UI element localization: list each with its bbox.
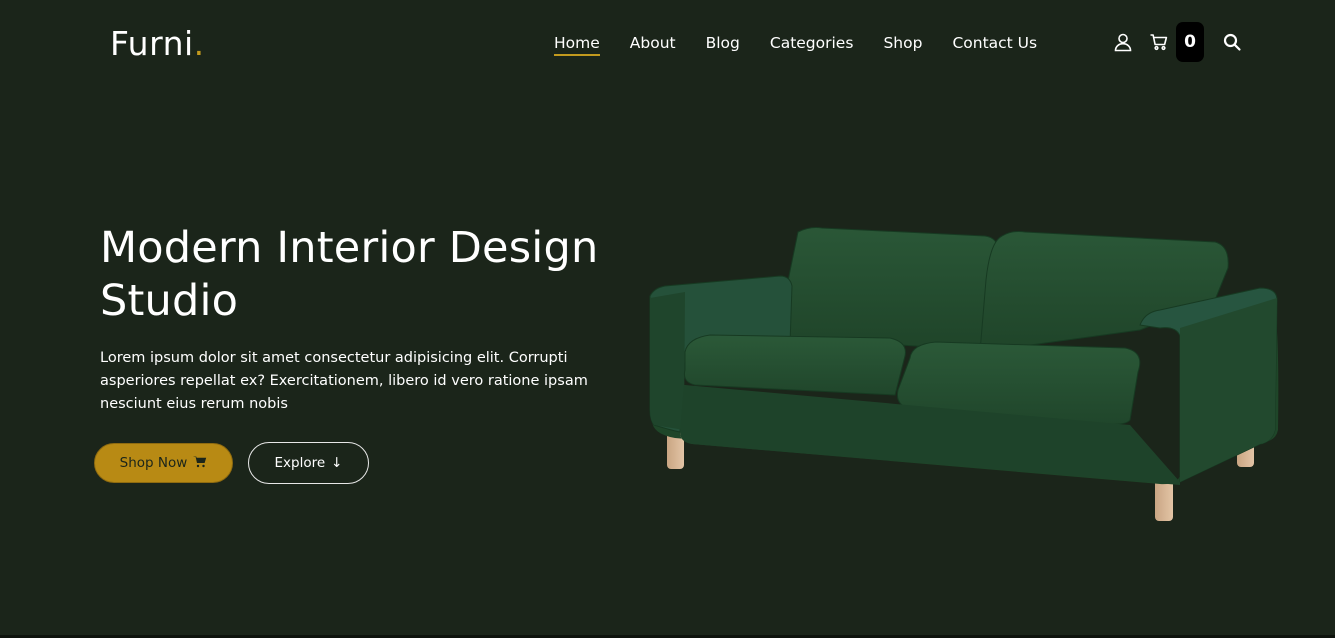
arrow-down-icon: ↓ [331, 455, 343, 471]
logo[interactable]: Furni. [110, 24, 205, 63]
main-nav: Home About Blog Categories Shop Contact … [554, 34, 1037, 56]
nav-home[interactable]: Home [554, 34, 600, 56]
shop-now-label: Shop Now [119, 455, 188, 471]
explore-label: Explore [274, 455, 326, 471]
cart-icon [193, 455, 207, 472]
hero-title: Modern Interior Design Studio [100, 223, 599, 326]
cart-icon[interactable] [1148, 31, 1170, 53]
nav-about[interactable]: About [630, 34, 676, 52]
explore-button[interactable]: Explore ↓ [248, 442, 369, 484]
header-icons: 0 [1112, 22, 1243, 62]
search-icon[interactable] [1221, 31, 1243, 53]
user-icon[interactable] [1112, 31, 1134, 53]
hero-description: Lorem ipsum dolor sit amet consectetur a… [100, 350, 588, 412]
logo-text: Furni [110, 24, 194, 63]
cart-count-badge[interactable]: 0 [1176, 22, 1204, 62]
shop-now-button[interactable]: Shop Now [94, 443, 233, 483]
sofa-image [649, 227, 1279, 521]
nav-categories[interactable]: Categories [770, 34, 854, 52]
nav-blog[interactable]: Blog [706, 34, 740, 52]
page: Furni. Home About Blog Categories Shop C… [0, 0, 1335, 638]
nav-shop[interactable]: Shop [883, 34, 922, 52]
logo-dot: . [193, 24, 205, 63]
nav-contact-us[interactable]: Contact Us [952, 34, 1037, 52]
